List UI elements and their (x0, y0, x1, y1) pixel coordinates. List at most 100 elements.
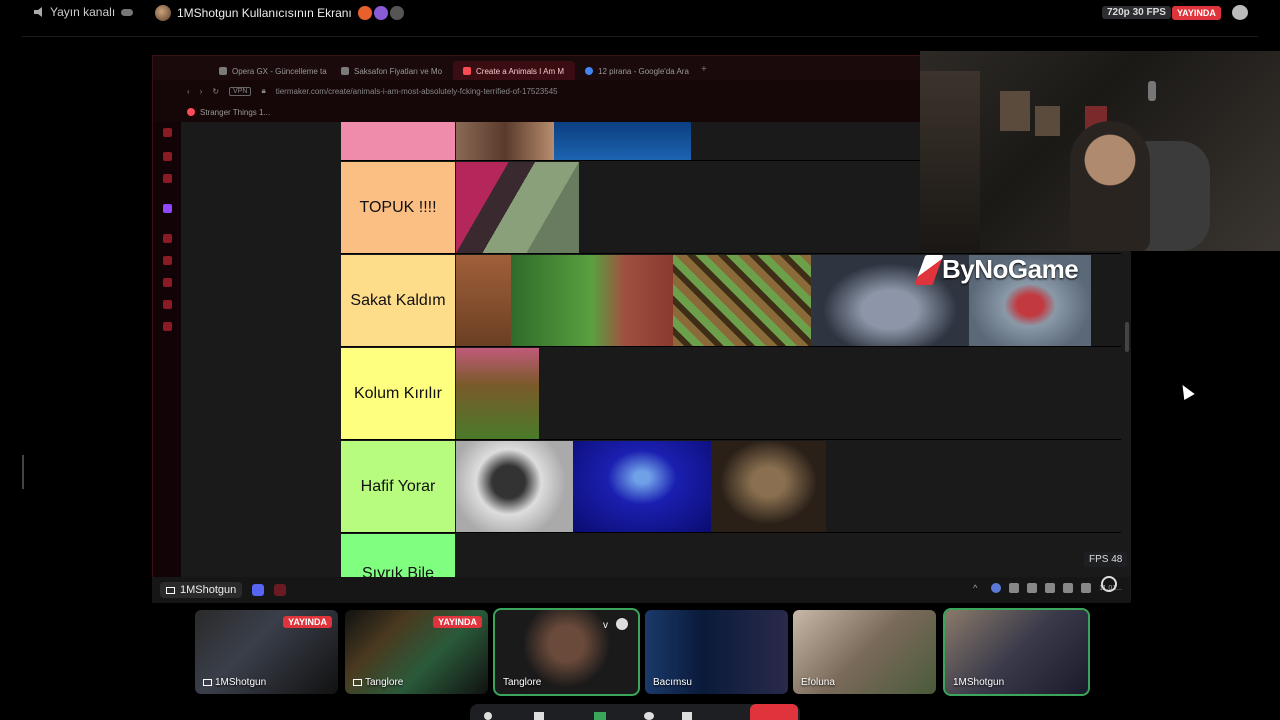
animal-image[interactable] (456, 255, 511, 346)
discord-icon[interactable] (252, 584, 265, 596)
tier-label[interactable]: Kolum Kırılır (341, 348, 455, 439)
tab-favicon-icon (341, 67, 349, 75)
tier-label[interactable] (341, 122, 455, 160)
animal-image[interactable] (673, 255, 811, 346)
divider (22, 36, 1258, 37)
sidebar-icon[interactable] (163, 234, 172, 243)
add-friend-icon[interactable] (616, 618, 628, 630)
bookmark-item[interactable]: Stranger Things 1... (200, 108, 270, 117)
chat-icon[interactable] (1232, 5, 1248, 20)
settings-icon[interactable] (163, 322, 172, 331)
participant-tile-speaking[interactable]: 1MShotgun (943, 608, 1090, 696)
participant-tile[interactable]: Bacımsu (645, 610, 788, 694)
activity-icon[interactable] (644, 712, 654, 720)
screen-title-text: 1MShotgun Kullanıcısının Ekranı (177, 6, 352, 20)
sidebar-icon[interactable] (163, 300, 172, 309)
animal-image[interactable] (456, 441, 573, 532)
twitch-icon[interactable] (163, 204, 172, 213)
tab-label: Saksafon Fiyatları ve Mo (354, 66, 443, 76)
browser-tab[interactable]: Saksafon Fiyatları ve Mo (331, 61, 453, 81)
participant-tile[interactable]: YAYINDA 1MShotgun (195, 610, 338, 694)
sidebar-icon[interactable] (163, 128, 172, 137)
sidebar-icon[interactable] (163, 256, 172, 265)
monitor-icon (353, 679, 362, 686)
animal-image[interactable] (511, 255, 673, 346)
battery-icon[interactable] (1081, 583, 1092, 593)
tier-label[interactable]: Sakat Kaldım (341, 255, 455, 346)
forward-icon[interactable]: › (200, 87, 203, 96)
mic-icon[interactable] (1027, 583, 1038, 593)
animal-image[interactable] (554, 122, 691, 160)
participant-tile-speaking[interactable]: v Tanglore (493, 608, 640, 696)
tray-icon[interactable] (991, 583, 1002, 593)
dark-emoji-icon (389, 6, 404, 20)
participant-name-text: 1MShotgun (953, 677, 1005, 688)
sidebar-icon[interactable] (163, 278, 172, 287)
voice-channel[interactable]: Yayın kanalı (34, 5, 134, 19)
taskbar-user-pill[interactable]: 1MShotgun (160, 582, 243, 598)
shared-taskbar: 1MShotgun ^ 11.01... (152, 577, 1130, 603)
scrollbar[interactable] (1125, 322, 1129, 352)
participant-name-text: Bacımsu (653, 677, 692, 688)
animal-image[interactable] (456, 122, 554, 160)
participant-tile[interactable]: Efoluna (793, 610, 936, 694)
new-tab-icon[interactable]: + (701, 64, 707, 75)
monitor-icon (203, 679, 212, 686)
participant-name: Tanglore (353, 677, 403, 688)
tier-label[interactable]: TOPUK !!!! (341, 162, 455, 253)
wall-poster (1035, 106, 1060, 136)
screen-share-title: 1MShotgun Kullanıcısının Ekranı (155, 5, 404, 21)
watermark-text: ByNoGame (942, 254, 1079, 284)
zoom-icon[interactable] (1101, 576, 1117, 592)
browser-tab[interactable]: 12 pirana - Google'da Ara (575, 61, 697, 81)
wifi-icon[interactable] (1045, 583, 1056, 593)
screen-share-icon[interactable] (594, 712, 606, 720)
participant-name-text: Tanglore (503, 677, 542, 688)
animal-image[interactable] (456, 348, 539, 439)
participant-name-text: Efoluna (801, 677, 835, 688)
sparkle-icon[interactable] (682, 712, 692, 720)
speaker-icon (34, 7, 42, 17)
reload-icon[interactable]: ↻ (212, 87, 219, 96)
back-icon[interactable]: ‹ (187, 87, 190, 96)
participant-name: 1MShotgun (953, 677, 1004, 688)
avatar (155, 5, 171, 21)
tab-label: 12 pirana - Google'da Ara (598, 66, 689, 76)
opera-sidebar (153, 56, 181, 602)
volume-icon[interactable] (1063, 583, 1074, 593)
animal-image[interactable] (573, 441, 711, 532)
tray-icon[interactable] (1009, 583, 1020, 593)
fps-counter: FPS 48 (1084, 552, 1128, 567)
live-badge: YAYINDA (283, 616, 332, 628)
tier-row: Kolum Kırılır (341, 348, 1121, 440)
chevron-up-icon[interactable]: ^ (973, 583, 983, 593)
call-controls (470, 704, 800, 720)
live-badge: YAYINDA (1172, 6, 1221, 20)
participant-tile[interactable]: YAYINDA Tanglore (345, 610, 488, 694)
sidebar-icon[interactable] (163, 152, 172, 161)
mic-icon[interactable] (484, 712, 492, 720)
participant-name: Efoluna (801, 677, 835, 688)
lamp (1148, 81, 1156, 101)
url-field[interactable]: tiermaker.com/create/animals-i-am-most-a… (276, 87, 558, 96)
browser-tab-active[interactable]: Create a Animals I Am M (453, 61, 575, 81)
disconnect-button[interactable] (750, 704, 798, 720)
watermark: ByNoGame (914, 254, 1079, 285)
sidebar-icon[interactable] (163, 174, 172, 183)
camera-icon[interactable] (534, 712, 544, 720)
streamer (1070, 121, 1150, 251)
tier-row: Hafif Yorar (341, 441, 1121, 533)
browser-tab[interactable]: Opera GX - Güncelleme ta (209, 61, 331, 81)
side-handle (22, 455, 24, 489)
participant-name: 1MShotgun (203, 677, 266, 688)
gamepad-icon (121, 8, 134, 16)
animal-image[interactable] (711, 441, 826, 532)
voice-channel-name: Yayın kanalı (50, 5, 116, 19)
taskbar-user-label: 1MShotgun (180, 584, 237, 596)
opera-icon[interactable] (274, 584, 287, 596)
chevron-down-icon[interactable]: v (603, 620, 608, 631)
animal-image[interactable] (456, 162, 579, 253)
vpn-badge[interactable]: VPN (229, 86, 252, 96)
tab-favicon-icon (219, 67, 227, 75)
tier-label[interactable]: Hafif Yorar (341, 441, 455, 532)
